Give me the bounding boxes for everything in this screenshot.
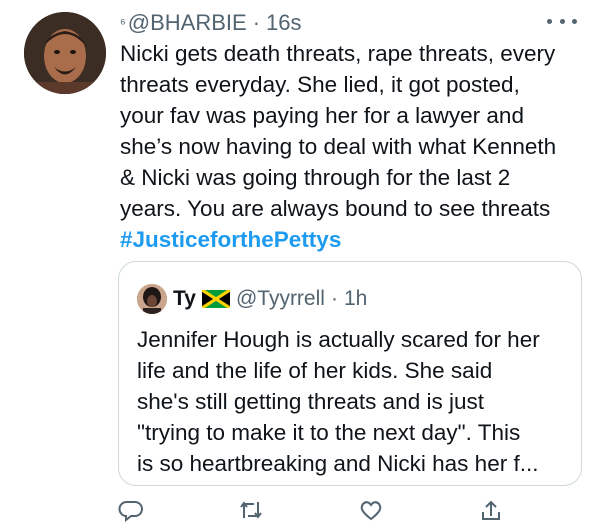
more-horizontal-icon[interactable] (547, 12, 577, 30)
tweet-line: Nicki gets death threats, rape threats, … (120, 41, 556, 66)
author-mark: ⁶ (120, 15, 126, 31)
reply-icon[interactable] (118, 498, 144, 522)
share-icon[interactable] (478, 498, 504, 522)
quoted-author-handle[interactable]: @Tyyrrell (236, 287, 325, 311)
quoted-tweet-header: Ty @Tyyrrell · 1h (137, 284, 367, 314)
tweet-text: Nicki gets death threats, rape threats, … (120, 38, 590, 255)
like-icon[interactable] (358, 498, 384, 522)
quoted-tweet-line: Jennifer Hough is actually scared for he… (137, 327, 540, 352)
tweet-line: your fav was paying her for a lawyer and (120, 103, 524, 128)
tweet-line: she’s now having to deal with what Kenne… (120, 134, 557, 159)
tweet-actions (0, 498, 595, 522)
retweet-icon[interactable] (238, 498, 264, 522)
quoted-tweet-line: "trying to make it to the next day". Thi… (137, 420, 521, 445)
quoted-tweet-text: Jennifer Hough is actually scared for he… (137, 324, 577, 479)
quoted-tweet-line: is so heartbreaking and Nicki has her f.… (137, 451, 539, 476)
author-avatar[interactable] (24, 12, 106, 94)
hashtag-link[interactable]: #JusticeforthePettys (120, 224, 590, 255)
quoted-author-avatar[interactable] (137, 284, 167, 314)
author-handle[interactable]: @BHARBIE (128, 10, 247, 36)
jamaica-flag-icon (201, 288, 231, 310)
tweet-header: ⁶ @BHARBIE · 16s (120, 10, 302, 36)
quoted-tweet-line: she's still getting threats and is just (137, 389, 484, 414)
quoted-author-name[interactable]: Ty (173, 287, 196, 311)
quoted-tweet[interactable]: Ty @Tyyrrell · 1h Jennifer Hough is actu… (118, 261, 582, 486)
tweet-line: years. You are always bound to see threa… (120, 196, 551, 221)
quoted-tweet-timestamp[interactable]: 1h (344, 287, 367, 311)
tweet-line: threats everyday. She lied, it got poste… (120, 72, 520, 97)
separator-dot: · (252, 10, 261, 35)
tweet-line: & Nicki was going through for the last 2 (120, 165, 511, 190)
quoted-tweet-line: life and the life of her kids. She said (137, 358, 493, 383)
tweet-timestamp[interactable]: 16s (266, 10, 301, 36)
separator-dot: · (330, 287, 338, 310)
tweet-card[interactable]: ⁶ @BHARBIE · 16s Nicki gets death threat… (0, 0, 595, 522)
